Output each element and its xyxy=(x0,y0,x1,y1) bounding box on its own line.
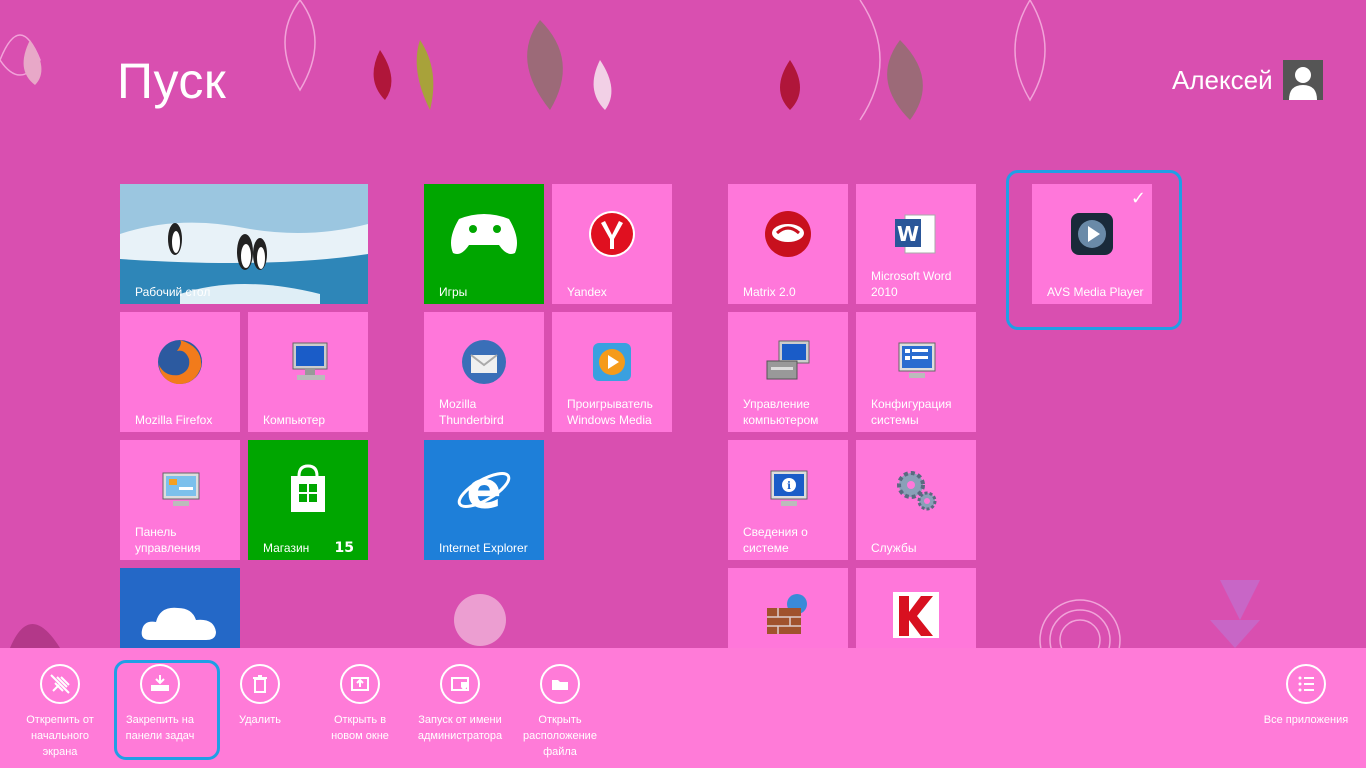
open-location-label: Открыть расположение файла xyxy=(523,714,597,758)
tile-label: Панель управления xyxy=(135,525,201,555)
admin-shield-icon xyxy=(440,664,480,704)
tile-label: Конфигурация системы xyxy=(871,397,952,427)
user-account[interactable]: Алексей xyxy=(1172,60,1323,100)
tile-system-config[interactable]: Конфигурация системы xyxy=(856,312,976,432)
tile-label: Компьютер xyxy=(263,413,326,427)
svg-text:e: e xyxy=(466,461,501,520)
tile-games[interactable]: Игры xyxy=(424,184,544,304)
computer-management-icon xyxy=(766,340,810,380)
system-config-icon xyxy=(898,342,936,379)
user-icon xyxy=(1288,67,1317,100)
tile-onedrive[interactable] xyxy=(120,568,240,648)
tile-computer[interactable]: Компьютер xyxy=(248,312,368,432)
list-icon xyxy=(1286,664,1326,704)
firewall-icon xyxy=(767,594,807,634)
thunderbird-icon xyxy=(462,340,506,385)
unpin-label: Открепить от начального экрана xyxy=(26,714,94,758)
tile-label: Проигрыватель Windows Media xyxy=(567,397,653,427)
computer-icon xyxy=(292,342,328,381)
unpin-icon xyxy=(40,664,80,704)
store-badge: 15 xyxy=(334,540,354,556)
page-title: Пуск xyxy=(117,53,227,109)
xbox-controller-icon xyxy=(451,214,517,255)
yandex-icon xyxy=(589,211,635,258)
kaspersky-icon xyxy=(893,592,939,638)
tile-label: Игры xyxy=(439,285,468,299)
folder-icon xyxy=(540,664,580,704)
system-info-icon: i xyxy=(770,470,808,507)
svg-text:W: W xyxy=(897,222,919,246)
tile-kaspersky[interactable] xyxy=(856,568,976,648)
tile-label: Microsoft Word 2010 xyxy=(871,269,952,299)
tile-label: Mozilla Thunderbird xyxy=(439,397,504,427)
open-new-window-button[interactable]: Открыть в новом окне xyxy=(310,664,410,744)
open-file-location-button[interactable]: Открыть расположение файла xyxy=(510,664,610,760)
user-name: Алексей xyxy=(1172,64,1273,95)
uninstall-label: Удалить xyxy=(239,714,281,726)
tile-control-panel[interactable]: Панель управления xyxy=(120,440,240,560)
svg-text:i: i xyxy=(787,481,791,492)
tile-label: Mozilla Firefox xyxy=(135,413,213,427)
store-icon xyxy=(291,464,325,513)
tile-thunderbird[interactable]: Mozilla Thunderbird xyxy=(424,312,544,432)
tile-computer-management[interactable]: Управление компьютером xyxy=(728,312,848,432)
tile-label: Yandex xyxy=(567,285,607,299)
tile-store[interactable]: Магазин 15 xyxy=(248,440,368,560)
internet-explorer-icon: e xyxy=(457,461,511,520)
gears-icon xyxy=(897,471,937,511)
control-panel-icon xyxy=(162,472,200,507)
command-highlight xyxy=(114,660,220,760)
tile-label: Matrix 2.0 xyxy=(743,285,796,299)
tile-label: Службы xyxy=(871,541,917,555)
tile-ie[interactable]: e Internet Explorer xyxy=(424,440,544,560)
tile-wmp[interactable]: Проигрыватель Windows Media xyxy=(552,312,672,432)
run-as-admin-button[interactable]: Запуск от имени администратора xyxy=(410,664,510,744)
media-player-icon xyxy=(593,343,631,382)
trash-icon xyxy=(240,664,280,704)
selection-highlight xyxy=(1006,170,1182,330)
all-apps-button[interactable]: Все приложения xyxy=(1256,664,1356,728)
tile-firefox[interactable]: Mozilla Firefox xyxy=(120,312,240,432)
tile-desktop[interactable]: Рабочий стол xyxy=(120,184,368,304)
new-window-label: Открыть в новом окне xyxy=(331,714,389,742)
tile-matrix[interactable]: Matrix 2.0 xyxy=(728,184,848,304)
unpin-start-button[interactable]: Открепить от начального экрана xyxy=(10,664,110,760)
avatar xyxy=(1282,60,1323,100)
uninstall-button[interactable]: Удалить xyxy=(210,664,310,728)
matrix-icon xyxy=(765,211,811,258)
tile-firewall[interactable] xyxy=(728,568,848,648)
tile-word[interactable]: W Microsoft Word 2010 xyxy=(856,184,976,304)
tile-label: Управление компьютером xyxy=(743,397,819,427)
tile-label: Internet Explorer xyxy=(439,541,528,555)
all-apps-label: Все приложения xyxy=(1263,714,1349,726)
new-window-icon xyxy=(340,664,380,704)
tile-label: Сведения о системе xyxy=(743,525,808,555)
tile-label: Рабочий стол xyxy=(135,285,211,299)
tile-yandex[interactable]: Yandex xyxy=(552,184,672,304)
run-as-admin-label: Запуск от имени администратора xyxy=(417,714,503,742)
word-icon: W xyxy=(895,214,936,254)
cloud-icon xyxy=(141,607,216,640)
tile-services[interactable]: Службы xyxy=(856,440,976,560)
tile-system-info[interactable]: i Сведения о системе xyxy=(728,440,848,560)
firefox-icon xyxy=(158,340,202,385)
